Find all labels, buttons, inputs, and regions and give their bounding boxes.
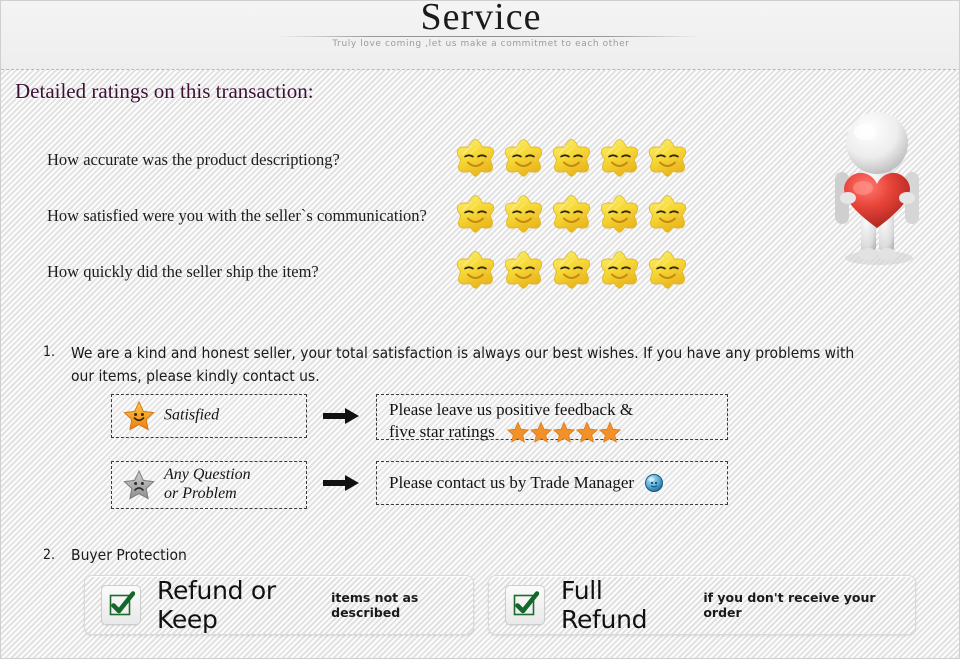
refund-or-keep-panel[interactable]: Refund or Keep items not as described [84,575,474,635]
smiley-star-icon[interactable] [501,136,546,181]
feedback-line-2: five star ratings [389,422,495,442]
positive-feedback-box: Please leave us positive feedback & five… [376,394,728,443]
smiley-star-icon[interactable] [549,136,594,181]
note-item-1-number: 1. [43,344,56,360]
note-item-1: 1. We are a kind and honest seller, your… [43,342,873,388]
smiley-star-icon[interactable] [645,248,690,293]
rating-stars[interactable] [453,248,690,293]
page-subtitle: Truly love coming ,let us make a commitm… [332,39,630,49]
orange-star-icon [576,421,598,443]
refund-or-keep-subtitle: items not as described [331,590,419,620]
page-body: Detailed ratings on this transaction: Ho… [1,70,959,658]
full-refund-title: Full Refund [561,576,648,634]
title-divider-rule [276,36,701,37]
smiley-star-icon[interactable] [597,248,642,293]
note-item-2: 2. Buyer Protection [43,546,543,564]
full-refund-panel[interactable]: Full Refund if you don't receive your or… [488,575,916,635]
five-star-row [507,421,621,443]
smiley-star-icon[interactable] [597,192,642,237]
rating-stars[interactable] [453,136,690,181]
orange-star-icon [553,421,575,443]
smiley-star-icon[interactable] [501,248,546,293]
arrow-right-icon [321,461,361,505]
satisfied-label: Satisfied [164,406,220,424]
note-item-1-text: We are a kind and honest seller, your to… [71,344,855,385]
sad-star-icon [123,469,155,501]
full-refund-subtitle: if you don't receive your order [703,590,876,620]
rating-question: How satisfied were you with the seller`s… [47,206,427,225]
green-check-icon [505,585,545,625]
smiley-star-icon[interactable] [453,136,498,181]
any-question-line-1: Any Question [164,466,251,484]
page-section-title: Detailed ratings on this transaction: [15,79,314,103]
any-question-box: Any Question or Problem [111,461,307,509]
page-title: Service [420,0,542,38]
trade-manager-icon[interactable] [644,473,664,493]
green-check-icon [101,585,141,625]
smiley-star-icon[interactable] [453,192,498,237]
smiley-star-icon[interactable] [549,248,594,293]
smiley-star-icon[interactable] [549,192,594,237]
smiley-star-icon[interactable] [645,136,690,181]
refund-or-keep-title: Refund or Keep [157,576,276,634]
page-header: Service Truly love coming ,let us make a… [1,0,959,69]
arrow-right-icon [321,394,361,438]
smiley-star-icon[interactable] [453,248,498,293]
feedback-line-1: Please leave us positive feedback & [389,400,634,419]
person-holding-heart-icon [807,106,947,271]
rating-row: How quickly did the seller ship the item… [1,250,761,298]
smiley-star-icon[interactable] [597,136,642,181]
rating-row: How accurate was the product description… [1,138,761,186]
smiley-star-icon[interactable] [501,192,546,237]
note-item-2-text: Buyer Protection [71,546,187,564]
orange-star-icon [530,421,552,443]
any-question-line-2: or Problem [164,485,237,502]
orange-star-icon [599,421,621,443]
smiley-star-icon[interactable] [645,192,690,237]
rating-question: How accurate was the product description… [47,150,340,169]
orange-star-icon [507,421,529,443]
buyer-protection-panels: Refund or Keep items not as described Fu… [1,575,959,637]
trade-manager-box: Please contact us by Trade Manager [376,461,728,505]
happy-star-icon [123,400,155,432]
note-item-2-number: 2. [43,547,56,563]
satisfied-box: Satisfied [111,394,307,438]
rating-stars[interactable] [453,192,690,237]
rating-question: How quickly did the seller ship the item… [47,262,319,281]
trade-manager-text: Please contact us by Trade Manager [389,472,635,492]
rating-row: How satisfied were you with the seller`s… [1,194,761,242]
service-page: Service Truly love coming ,let us make a… [0,0,960,659]
